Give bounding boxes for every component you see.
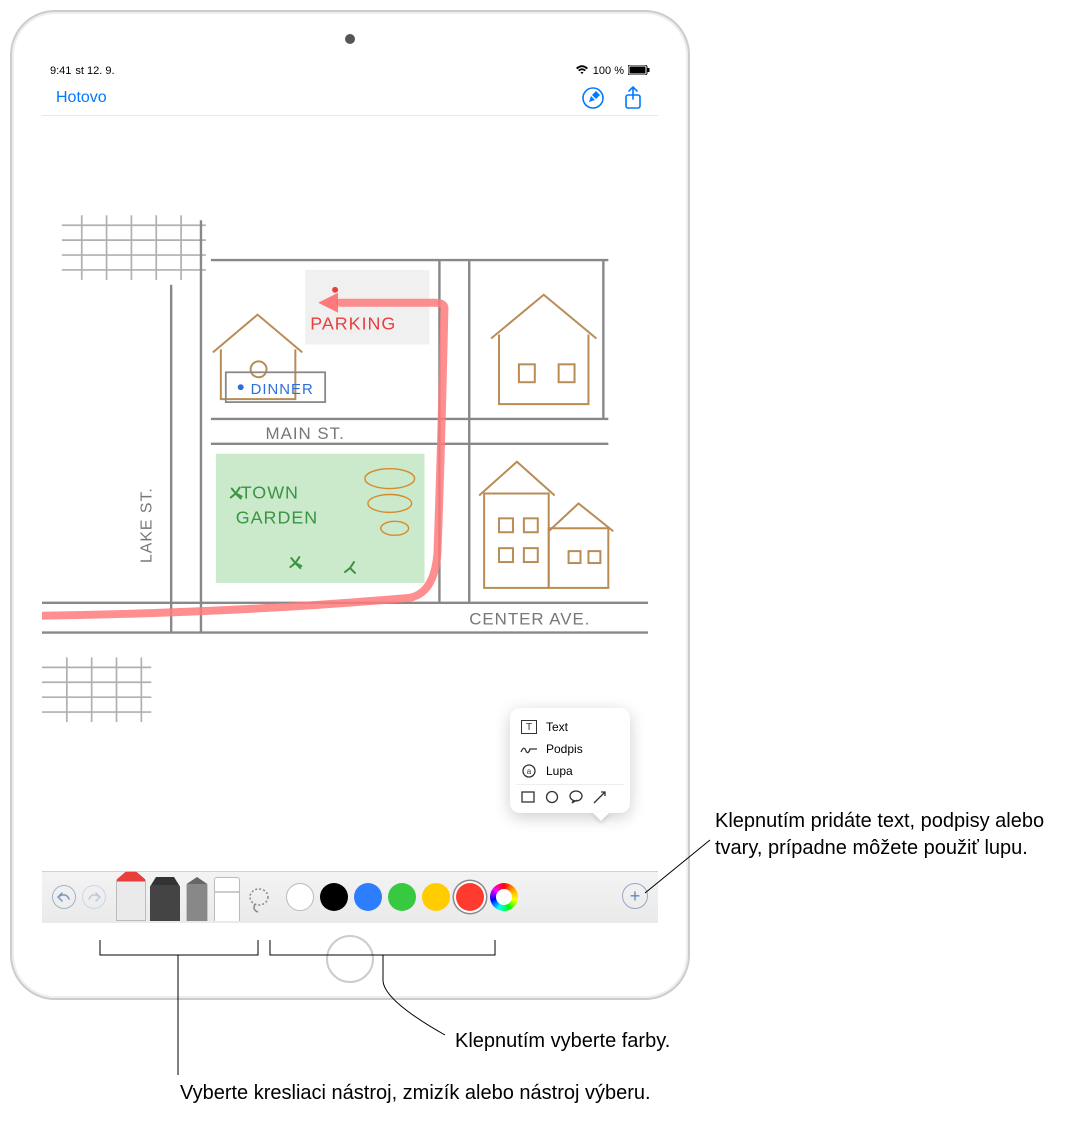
home-button[interactable] — [326, 935, 374, 983]
text-box-icon: T — [520, 719, 538, 735]
status-time: 9:41 — [50, 65, 71, 77]
magnifier-icon: a — [520, 763, 538, 779]
popup-magnifier-item[interactable]: a Lupa — [516, 760, 624, 782]
shape-speech-button[interactable] — [568, 789, 584, 805]
done-button[interactable]: Hotovo — [56, 89, 107, 107]
redo-button[interactable] — [82, 885, 106, 909]
ipad-frame: 9:41 st 12. 9. 100 % Hotovo — [10, 10, 690, 1000]
shape-circle-button[interactable] — [544, 789, 560, 805]
svg-text:T: T — [526, 722, 532, 733]
popup-text-item[interactable]: T Text — [516, 716, 624, 738]
markup-toolbar: + — [42, 871, 658, 923]
color-red-selected[interactable] — [456, 883, 484, 911]
svg-text:a: a — [527, 767, 532, 776]
undo-button[interactable] — [52, 885, 76, 909]
popup-signature-item[interactable]: Podpis — [516, 738, 624, 760]
color-green[interactable] — [388, 883, 416, 911]
signature-icon — [520, 741, 538, 757]
popup-magnifier-label: Lupa — [546, 764, 573, 778]
add-annotation-button[interactable]: + — [622, 883, 648, 909]
markup-pen-icon[interactable] — [582, 87, 604, 109]
callout-tools: Vyberte kresliaci nástroj, zmizík alebo … — [180, 1080, 651, 1107]
wifi-icon — [575, 65, 589, 78]
popup-signature-label: Podpis — [546, 742, 583, 756]
callout-colors: Klepnutím vyberte farby. — [455, 1028, 670, 1055]
marker-tool[interactable] — [116, 871, 146, 921]
popup-text-label: Text — [546, 720, 568, 734]
shape-rectangle-button[interactable] — [520, 789, 536, 805]
eraser-tool[interactable] — [214, 877, 240, 921]
callout-plus: Klepnutím pridáte text, podpisy alebo tv… — [715, 808, 1060, 862]
color-white[interactable] — [286, 883, 314, 911]
sketch-centerave-text: CENTER AVE. — [469, 610, 590, 629]
battery-icon — [628, 65, 650, 78]
color-yellow[interactable] — [422, 883, 450, 911]
nav-bar: Hotovo — [42, 80, 658, 116]
status-date: st 12. 9. — [75, 65, 114, 77]
drawing-canvas[interactable]: PARKING DINNER MAIN ST. LAKE ST. TOWN GA… — [42, 116, 658, 871]
color-blue[interactable] — [354, 883, 382, 911]
lasso-tool[interactable] — [244, 881, 274, 921]
sketch-mainst-text: MAIN ST. — [266, 424, 345, 443]
color-black[interactable] — [320, 883, 348, 911]
sketch-parking-text: PARKING — [310, 314, 396, 334]
status-bar: 9:41 st 12. 9. 100 % — [42, 62, 658, 80]
battery-text: 100 % — [593, 65, 624, 77]
sketch-dinner-text: DINNER — [251, 382, 314, 398]
add-annotation-popup: T Text Podpis a Lupa — [510, 708, 630, 813]
sketch-town-text: TOWN — [241, 482, 299, 502]
shape-arrow-button[interactable] — [592, 789, 608, 805]
highlighter-tool[interactable] — [150, 877, 180, 921]
screen: 9:41 st 12. 9. 100 % Hotovo — [42, 62, 658, 923]
share-icon[interactable] — [622, 87, 644, 109]
sketch-lakest-text: LAKE ST. — [138, 487, 155, 563]
sketch-garden-text: GARDEN — [236, 507, 318, 527]
camera-dot — [345, 34, 355, 44]
color-wheel-button[interactable] — [490, 883, 518, 911]
pencil-tool[interactable] — [184, 877, 210, 921]
